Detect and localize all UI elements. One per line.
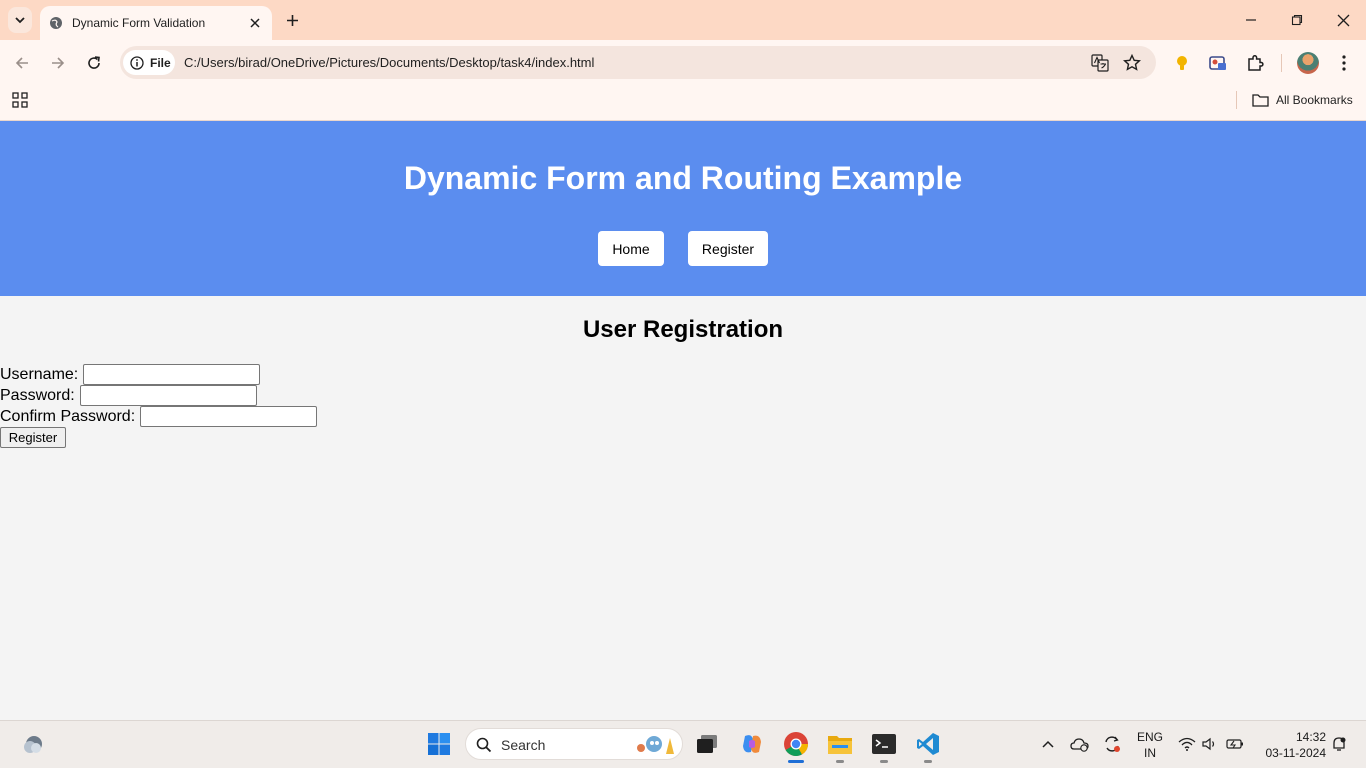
taskbar xyxy=(0,720,1366,768)
explorer-running-indicator xyxy=(836,760,844,763)
clock-date[interactable]: 03-11-2024 xyxy=(1256,746,1327,760)
taskbar-search-box[interactable]: Search xyxy=(465,728,683,760)
sync-icon[interactable] xyxy=(1098,729,1126,759)
terminal-running-indicator xyxy=(880,760,888,763)
extension-icon[interactable] xyxy=(1207,52,1229,74)
chrome-icon[interactable] xyxy=(781,729,811,759)
clock-time[interactable]: 14:32 xyxy=(1256,730,1326,744)
minimize-button[interactable] xyxy=(1241,10,1261,30)
folder-icon xyxy=(1252,94,1269,107)
notification-bell-icon[interactable] xyxy=(1328,729,1350,759)
bookmark-star-icon[interactable] xyxy=(1122,53,1142,73)
profile-avatar[interactable] xyxy=(1297,52,1319,74)
more-menu-icon[interactable] xyxy=(1333,52,1355,74)
tab-search-button[interactable] xyxy=(8,7,32,33)
page-header: Dynamic Form and Routing Example Home Re… xyxy=(0,121,1366,296)
translate-icon[interactable] xyxy=(1090,53,1110,73)
search-highlight-icon xyxy=(637,736,674,754)
site-info-chip[interactable]: File xyxy=(123,50,175,75)
back-button[interactable] xyxy=(11,52,33,74)
confirm-password-input[interactable] xyxy=(140,406,318,427)
copilot-icon[interactable] xyxy=(737,729,767,759)
close-tab-icon[interactable] xyxy=(247,15,263,31)
close-window-button[interactable] xyxy=(1333,10,1353,30)
info-icon xyxy=(130,55,144,70)
globe-icon xyxy=(49,16,63,30)
username-row: Username: xyxy=(0,364,261,385)
new-tab-button[interactable] xyxy=(282,10,302,30)
vscode-running-indicator xyxy=(924,760,932,763)
battery-icon[interactable] xyxy=(1224,729,1246,759)
password-row: Password: xyxy=(0,385,257,406)
register-submit-button[interactable]: Register xyxy=(0,427,66,448)
task-view-icon[interactable] xyxy=(692,729,722,759)
wifi-icon[interactable] xyxy=(1176,729,1198,759)
bookmarks-divider xyxy=(1236,91,1237,109)
show-hidden-icons-chevron-up-icon[interactable] xyxy=(1034,729,1062,759)
input-region[interactable]: IN xyxy=(1132,746,1168,760)
weather-widget-icon[interactable] xyxy=(18,729,48,759)
chevron-down-icon xyxy=(15,17,25,24)
username-input[interactable] xyxy=(83,364,261,385)
tab-title: Dynamic Form Validation xyxy=(72,16,206,30)
close-icon xyxy=(1337,14,1349,26)
lightbulb-icon[interactable] xyxy=(1171,52,1193,74)
file-explorer-icon[interactable] xyxy=(825,729,855,759)
volume-icon[interactable] xyxy=(1199,729,1221,759)
site-chip-label: File xyxy=(150,55,171,70)
confirm-password-label: Confirm Password: xyxy=(0,407,136,425)
browser-tab[interactable]: Dynamic Form Validation xyxy=(40,6,272,40)
all-bookmarks-label: All Bookmarks xyxy=(1276,93,1353,107)
reload-icon xyxy=(88,56,100,69)
confirm-password-row: Confirm Password: xyxy=(0,406,318,427)
vscode-icon[interactable] xyxy=(913,729,943,759)
apps-grid-icon[interactable] xyxy=(12,92,28,108)
url-text[interactable]: C:/Users/birad/OneDrive/Pictures/Documen… xyxy=(184,55,594,70)
bookmarks-bar xyxy=(0,85,1366,121)
minimize-icon xyxy=(1246,19,1256,21)
page-title: Dynamic Form and Routing Example xyxy=(403,160,963,196)
username-label: Username: xyxy=(0,365,79,383)
arrow-left-icon xyxy=(15,57,28,69)
restore-button[interactable] xyxy=(1287,10,1307,30)
nav-register-link[interactable]: Register xyxy=(688,231,768,266)
password-label: Password: xyxy=(0,386,75,404)
section-title: User Registration xyxy=(582,316,784,343)
all-bookmarks-button[interactable]: All Bookmarks xyxy=(1252,91,1353,109)
forward-button[interactable] xyxy=(47,52,69,74)
search-placeholder: Search xyxy=(501,737,546,753)
plus-icon xyxy=(286,14,298,26)
onedrive-icon[interactable] xyxy=(1066,729,1094,759)
input-language[interactable]: ENG xyxy=(1132,730,1168,744)
windows-start-icon[interactable] xyxy=(424,729,454,759)
terminal-icon[interactable] xyxy=(869,729,899,759)
password-input[interactable] xyxy=(79,385,257,406)
search-icon xyxy=(476,737,492,753)
page-content: Dynamic Form and Routing Example Home Re… xyxy=(0,121,1366,720)
nav-home-link[interactable]: Home xyxy=(598,231,664,266)
puzzle-icon[interactable] xyxy=(1244,52,1266,74)
restore-icon xyxy=(1291,14,1303,26)
chrome-active-indicator xyxy=(788,760,804,763)
arrow-right-icon xyxy=(52,57,65,69)
reload-button[interactable] xyxy=(83,52,105,74)
toolbar-divider xyxy=(1281,54,1282,72)
